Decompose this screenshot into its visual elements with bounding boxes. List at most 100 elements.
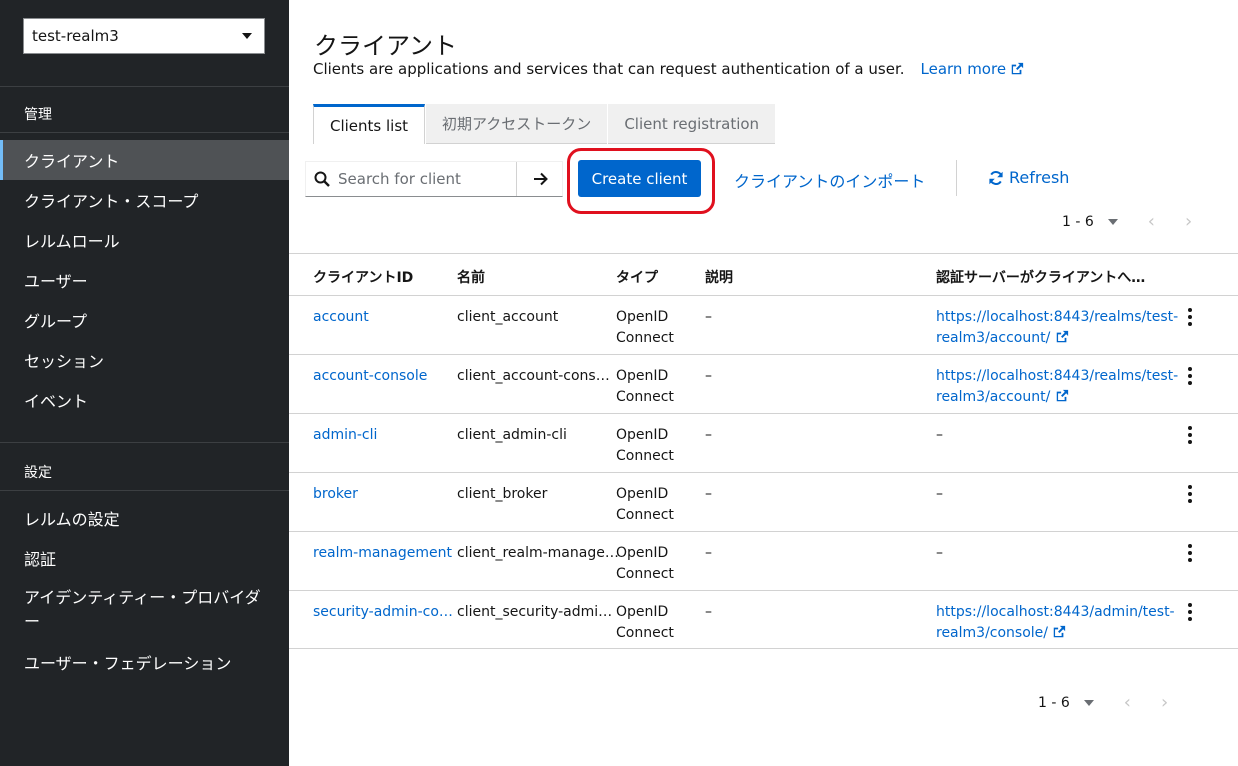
toolbar-separator [956, 160, 957, 196]
create-client-button[interactable]: Create client [578, 160, 701, 197]
column-header-client-id[interactable]: クライアントID [313, 267, 413, 287]
client-name: client_realm-manage… [457, 545, 619, 561]
nav-section-configure: 設定 [24, 465, 52, 481]
sync-icon [989, 170, 1003, 185]
client-type: OpenID Connect [616, 309, 674, 346]
prev-page-button[interactable]: ‹ [1148, 211, 1155, 232]
import-client-link[interactable]: クライアントのインポート [734, 168, 925, 192]
realm-selector-value: test-realm3 [32, 27, 119, 45]
table-row: admin-cli client_admin-cli OpenID Connect… [289, 413, 1238, 472]
nav-divider [0, 86, 289, 87]
table-top-border [289, 253, 1238, 254]
client-type: OpenID Connect [616, 368, 674, 405]
table-row: account-console client_account-cons… Ope… [289, 354, 1238, 413]
table-row: account client_account OpenID Connect – h… [289, 295, 1238, 354]
client-home-url-link[interactable]: https://localhost:8443/realms/test-realm… [936, 307, 1178, 349]
caret-down-icon [1107, 218, 1118, 225]
sidebar-item-sessions[interactable]: セッション [0, 340, 289, 380]
prev-page-button[interactable]: ‹ [1124, 692, 1131, 713]
main-content: クライアント Clients are applications and serv… [289, 0, 1238, 766]
client-id-link[interactable]: account-console [313, 366, 427, 387]
refresh-button[interactable]: Refresh [988, 168, 1069, 187]
search-input[interactable] [338, 170, 514, 188]
client-description: – [705, 604, 712, 620]
nav-section-manage: 管理 [24, 107, 52, 123]
kebab-icon[interactable] [1184, 602, 1196, 622]
client-home-url: – [936, 427, 943, 443]
sidebar-item-groups[interactable]: グループ [0, 300, 289, 340]
sidebar-item-realm-settings[interactable]: レルムの設定 [0, 498, 289, 538]
kebab-icon[interactable] [1184, 366, 1196, 386]
client-description: – [705, 545, 712, 561]
sidebar-item-user-federation[interactable]: ユーザー・フェデレーション [0, 642, 289, 682]
sidebar-item-realm-roles[interactable]: レルムロール [0, 220, 289, 260]
client-home-url: – [936, 545, 943, 561]
client-type: OpenID Connect [616, 604, 674, 641]
next-page-button[interactable]: › [1185, 211, 1192, 232]
sidebar: test-realm3 管理 クライアント クライアント・スコープ レルムロール… [0, 0, 289, 766]
search-group [305, 161, 563, 197]
tab-client-registration[interactable]: Client registration [608, 104, 776, 144]
client-id-link[interactable]: security-admin-co… [313, 602, 453, 623]
client-description: – [705, 486, 712, 502]
client-id-link[interactable]: broker [313, 484, 358, 505]
nav-divider [0, 442, 289, 443]
learn-more-link[interactable]: Learn more [921, 60, 1025, 78]
description-text: Clients are applications and services th… [313, 60, 905, 78]
search-submit-button[interactable] [516, 162, 564, 196]
tab-clients-list[interactable]: Clients list [313, 104, 426, 144]
table-row: security-admin-co… client_security-admi…… [289, 590, 1238, 649]
kebab-icon[interactable] [1184, 307, 1196, 327]
client-name: client_broker [457, 486, 548, 502]
realm-selector[interactable]: test-realm3 [23, 18, 265, 54]
sidebar-item-events[interactable]: イベント [0, 380, 289, 420]
external-link-icon [1056, 330, 1068, 343]
search-icon [306, 171, 338, 187]
client-description: – [705, 368, 712, 384]
client-name: client_admin-cli [457, 427, 567, 443]
tab-bar: Clients list 初期アクセストークン Client registrat… [313, 104, 776, 144]
client-id-link[interactable]: admin-cli [313, 425, 377, 446]
sidebar-item-identity-providers[interactable]: アイデンティティー・プロバイダー [0, 586, 289, 636]
external-link-icon [1054, 625, 1066, 638]
client-id-link[interactable]: realm-management [313, 543, 452, 564]
next-page-button[interactable]: › [1161, 692, 1168, 713]
pagination-bottom: 1 - 6 ‹ › [1038, 692, 1168, 713]
client-description: – [705, 309, 712, 325]
nav-divider [0, 132, 289, 133]
external-link-icon [1011, 62, 1024, 75]
sidebar-item-authentication[interactable]: 認証 [0, 538, 289, 578]
pagination-range-toggle[interactable]: 1 - 6 [1062, 214, 1118, 230]
kebab-icon[interactable] [1184, 543, 1196, 563]
client-name: client_account [457, 309, 559, 325]
sidebar-item-client-scopes[interactable]: クライアント・スコープ [0, 180, 289, 220]
page-title: クライアント [314, 32, 458, 60]
learn-more-label: Learn more [920, 60, 1007, 78]
page-description: Clients are applications and services th… [313, 60, 1024, 78]
client-home-url-link[interactable]: https://localhost:8443/realms/test-realm… [936, 366, 1178, 408]
table-row: realm-management client_realm-manage… Op… [289, 531, 1238, 590]
client-home-url-link[interactable]: https://localhost:8443/admin/test-realm3… [936, 602, 1175, 644]
refresh-label: Refresh [1009, 168, 1070, 187]
client-name: client_account-cons… [457, 368, 610, 384]
column-header-type: タイプ [616, 270, 658, 286]
external-link-icon [1056, 389, 1068, 402]
client-id-link[interactable]: account [313, 307, 369, 328]
pagination-range-toggle[interactable]: 1 - 6 [1038, 695, 1094, 711]
sidebar-item-users[interactable]: ユーザー [0, 260, 289, 300]
kebab-icon[interactable] [1184, 425, 1196, 445]
column-header-home-url: 認証サーバーがクライアントへ… [936, 270, 1146, 286]
client-description: – [705, 427, 712, 443]
client-name: client_security-admi… [457, 604, 613, 620]
pagination-top: 1 - 6 ‹ › [1062, 211, 1192, 232]
arrow-right-icon [533, 172, 548, 186]
client-type: OpenID Connect [616, 545, 674, 582]
pagination-range: 1 - 6 [1062, 213, 1094, 230]
client-type: OpenID Connect [616, 427, 674, 464]
kebab-icon[interactable] [1184, 484, 1196, 504]
sidebar-item-clients[interactable]: クライアント [0, 140, 289, 180]
column-header-name: 名前 [457, 270, 485, 286]
pagination-range: 1 - 6 [1038, 694, 1070, 711]
client-type: OpenID Connect [616, 486, 674, 523]
tab-initial-access-token[interactable]: 初期アクセストークン [426, 104, 608, 144]
